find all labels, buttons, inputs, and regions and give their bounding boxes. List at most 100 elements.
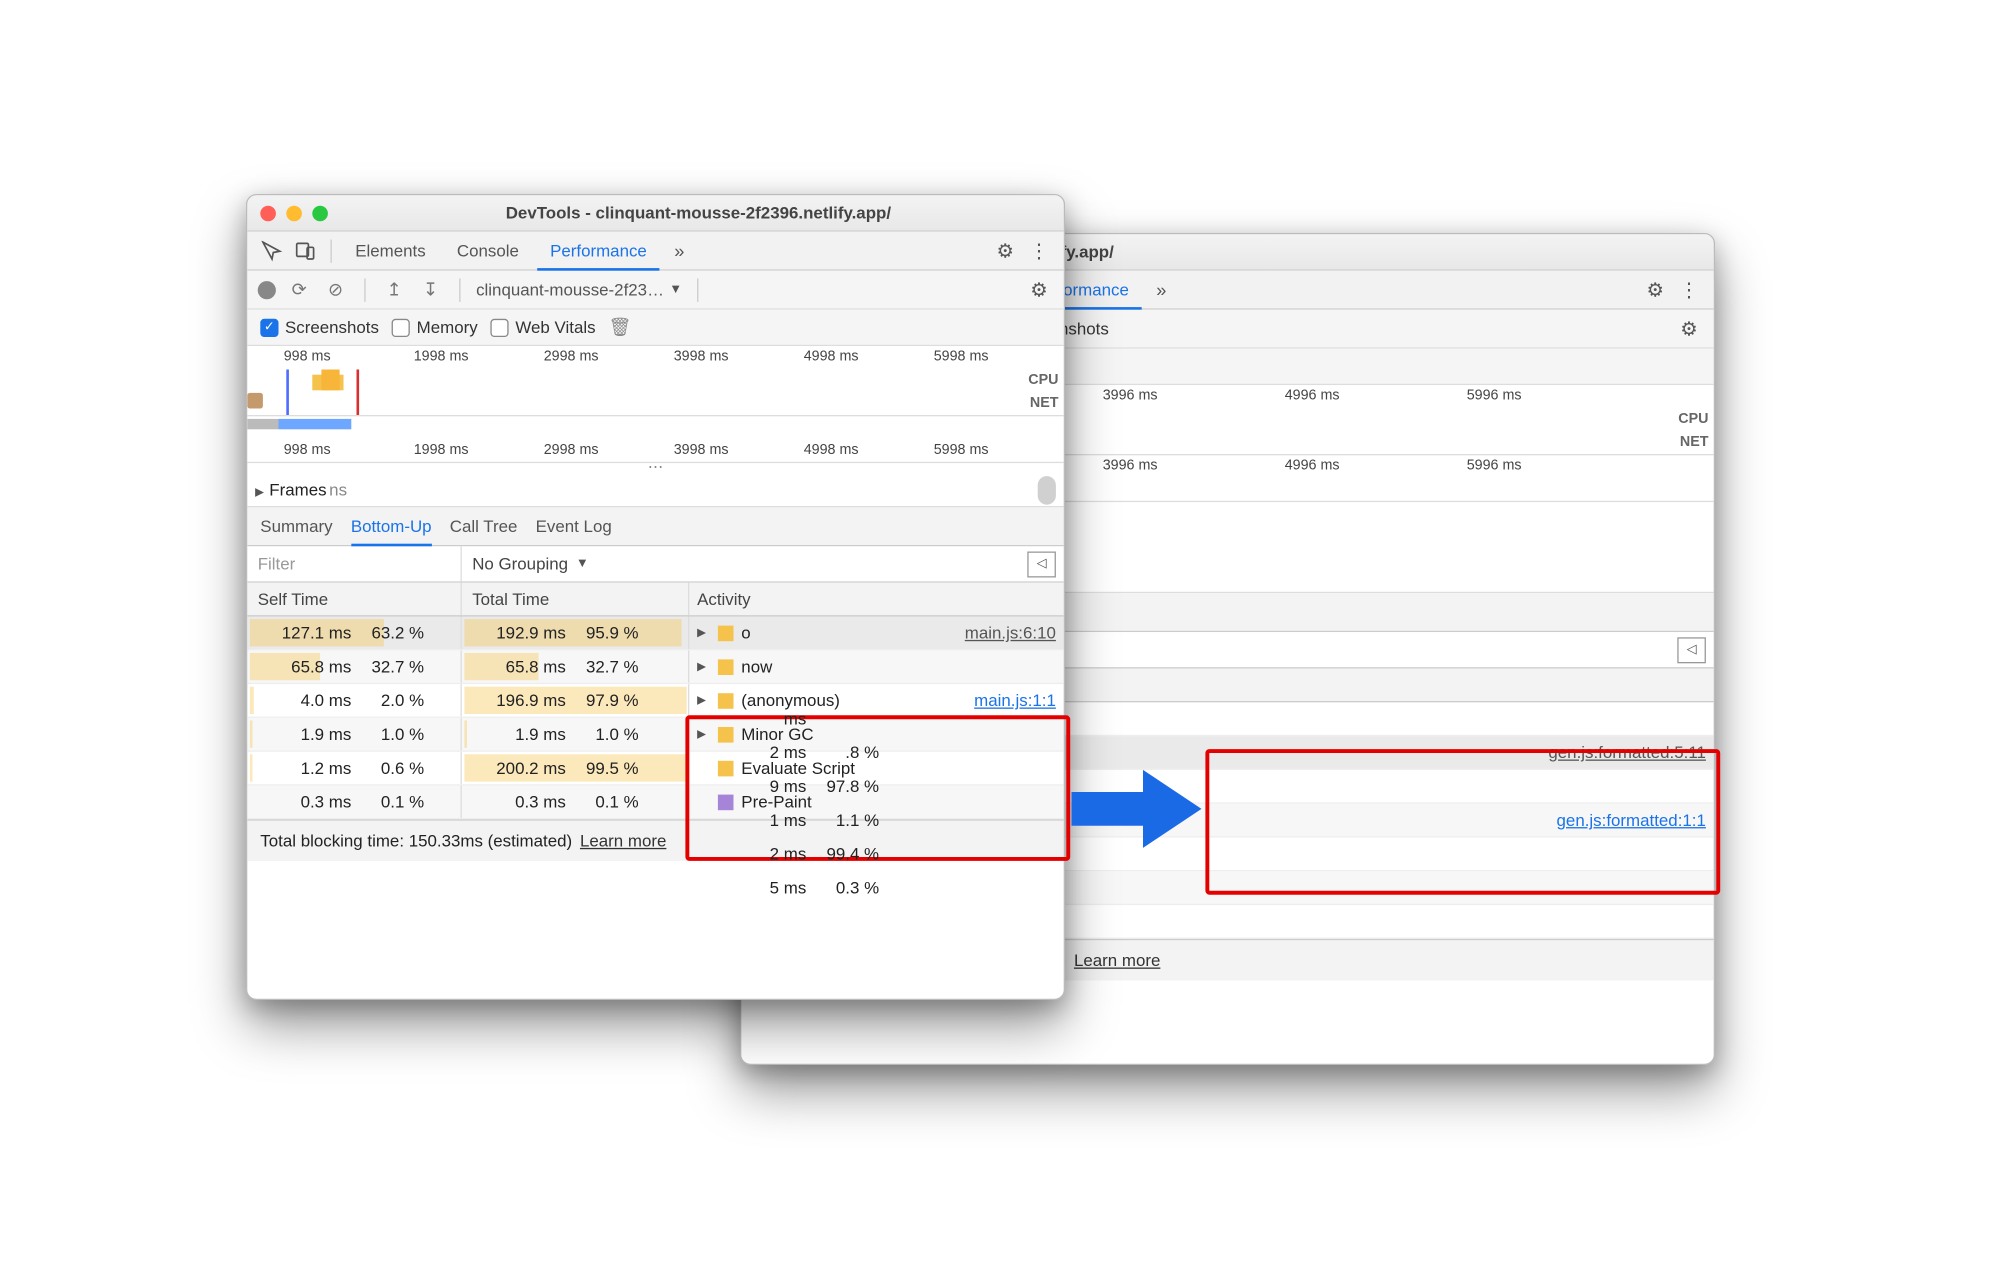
table-row[interactable]: 65.8 ms32.7 %65.8 ms32.7 % ▶ now	[247, 650, 1063, 684]
table-row[interactable]: 127.1 ms63.2 %192.9 ms95.9 %▶omain.js:6:…	[247, 616, 1063, 650]
activity-cell: ▶ o main.js:6:10	[689, 616, 1063, 649]
tab-summary[interactable]: Summary	[260, 506, 332, 545]
kebab-menu-icon[interactable]: ⋮	[1024, 238, 1053, 261]
download-icon[interactable]: ↧	[417, 278, 443, 300]
total-time-cell: 196.9 ms97.9 %	[461, 684, 689, 717]
source-link[interactable]: main.js:6:10	[964, 623, 1055, 643]
gc-icon	[717, 726, 733, 742]
blocking-time-footer: Total blocking time: 150.33ms (estimated…	[247, 819, 1063, 861]
cpu-label: CPU	[1678, 411, 1708, 427]
tab-bottom-up[interactable]: Bottom-Up	[350, 506, 431, 545]
js-icon	[717, 624, 733, 640]
reload-icon[interactable]: ⟳	[286, 278, 312, 300]
activity-name: (anonymous)	[741, 690, 966, 710]
detail-tabs: Summary Bottom-Up Call Tree Event Log	[247, 507, 1063, 546]
table-row[interactable]: 1.9 ms1.0 %1.9 ms1.0 %▶Minor GC	[247, 717, 1063, 751]
disclosure-triangle-icon[interactable]: ▶	[697, 693, 710, 707]
learn-more-link[interactable]: Learn more	[1073, 950, 1159, 970]
filter-input[interactable]: Filter	[247, 546, 461, 581]
self-time-cell: 65.8 ms32.7 %	[247, 650, 461, 683]
js-icon	[717, 658, 733, 674]
zoom-icon[interactable]	[312, 205, 328, 221]
chevron-down-icon: ▼	[669, 282, 682, 296]
activity-cell: ▶ (anonymous) main.js:1:1	[689, 684, 1063, 717]
tab-elements[interactable]: Elements	[342, 231, 438, 270]
window-titlebar[interactable]: DevTools - clinquant-mousse-2f2396.netli…	[247, 195, 1063, 231]
table-header: Self Time Total Time Activity	[247, 582, 1063, 616]
source-link[interactable]: gen.js:formatted:1:1	[1556, 810, 1705, 830]
activity-side-toggle[interactable]: ◁	[1677, 636, 1706, 662]
gear-icon[interactable]: ⚙	[1640, 277, 1669, 300]
upload-icon[interactable]: ↥	[381, 278, 407, 300]
disclosure-triangle-icon[interactable]: ▶	[697, 659, 710, 673]
self-time-cell: 1.2 ms0.6 %	[247, 751, 461, 784]
timeline-overview[interactable]: 998 ms 1998 ms 2998 ms 3998 ms 4998 ms 5…	[247, 346, 1063, 416]
table-row[interactable]: 0.3 ms0.1 %0.3 ms0.1 %Pre-Paint	[247, 785, 1063, 819]
self-time-cell: 127.1 ms63.2 %	[247, 616, 461, 649]
web-vitals-toggle[interactable]: Web Vitals	[490, 317, 595, 337]
total-time-cell: 65.8 ms32.7 %	[461, 650, 689, 683]
col-self-time[interactable]: Self Time	[247, 582, 461, 615]
checkbox-icon	[391, 318, 409, 336]
activity-name: now	[741, 656, 1056, 676]
scrollbar-thumb[interactable]	[1037, 475, 1055, 504]
grouping-selector[interactable]: No Grouping ▼	[461, 554, 721, 574]
col-total-time[interactable]: Total Time	[461, 582, 689, 615]
learn-more-link[interactable]: Learn more	[579, 831, 665, 851]
device-toggle-icon[interactable]	[291, 236, 320, 265]
checkbox-icon	[490, 318, 508, 336]
net-label: NET	[1029, 395, 1058, 411]
tab-call-tree[interactable]: Call Tree	[449, 506, 517, 545]
more-tabs-icon[interactable]: »	[1147, 275, 1176, 304]
frames-track-header[interactable]: Frames ns	[247, 473, 1063, 507]
gear-icon[interactable]: ⚙	[990, 238, 1019, 261]
minimize-icon[interactable]	[286, 205, 302, 221]
disclosure-triangle-icon[interactable]: ▶	[697, 727, 710, 741]
gear-icon[interactable]: ⚙	[1024, 277, 1053, 300]
checkbox-icon: ✓	[260, 318, 278, 336]
kebab-menu-icon[interactable]: ⋮	[1674, 277, 1703, 300]
self-time-cell: 0.3 ms0.1 %	[247, 785, 461, 818]
col-activity[interactable]: Activity	[689, 582, 1063, 615]
traffic-lights[interactable]	[260, 205, 328, 221]
recording-selector[interactable]: clinquant-mousse-2f23… ▼	[476, 279, 682, 299]
net-label: NET	[1679, 434, 1708, 450]
resizer-handle[interactable]: ⋯	[247, 463, 1063, 473]
frames-label: Frames	[269, 480, 326, 500]
devtools-tabstrip: Elements Console Performance » ⚙ ⋮	[247, 231, 1063, 270]
paint-icon	[717, 793, 733, 809]
disclosure-triangle-icon[interactable]: ▶	[697, 625, 710, 639]
activity-table: 127.1 ms63.2 %192.9 ms95.9 %▶omain.js:6:…	[247, 616, 1063, 819]
activity-side-toggle[interactable]: ◁	[1027, 550, 1056, 576]
perf-toolbar: ⟳ ⊘ ↥ ↧ clinquant-mousse-2f23… ▼ ⚙	[247, 270, 1063, 309]
table-row[interactable]: 4.0 ms2.0 %196.9 ms97.9 %▶(anonymous)mai…	[247, 684, 1063, 718]
js-icon	[717, 760, 733, 776]
clear-icon[interactable]: ⊘	[322, 278, 348, 300]
record-button[interactable]	[257, 280, 275, 298]
memory-toggle[interactable]: Memory	[391, 317, 477, 337]
activity-name: o	[741, 623, 957, 643]
filter-row: Filter No Grouping ▼ ◁	[247, 546, 1063, 582]
disclosure-triangle-icon[interactable]	[255, 480, 269, 500]
perf-options-row: ✓ Screenshots Memory Web Vitals 🗑	[247, 309, 1063, 345]
window-title: DevTools - clinquant-mousse-2f2396.netli…	[346, 203, 1051, 223]
trash-icon[interactable]: 🗑	[608, 316, 631, 338]
total-time-cell: 0.3 ms0.1 %	[461, 785, 689, 818]
cpu-label: CPU	[1028, 372, 1058, 388]
table-row[interactable]: 1.2 ms0.6 %200.2 ms99.5 %Evaluate Script	[247, 751, 1063, 785]
more-tabs-icon[interactable]: »	[665, 236, 694, 265]
inspect-icon[interactable]	[257, 236, 286, 265]
tab-event-log[interactable]: Event Log	[535, 506, 611, 545]
source-link[interactable]: main.js:1:1	[974, 690, 1056, 710]
activity-cell: ▶ now	[689, 650, 1063, 683]
js-icon	[717, 692, 733, 708]
devtools-window-before: DevTools - clinquant-mousse-2f2396.netli…	[246, 194, 1065, 1000]
tab-console[interactable]: Console	[443, 231, 531, 270]
timeline-trackpad[interactable]: 998 ms 1998 ms 2998 ms 3998 ms 4998 ms 5…	[247, 416, 1063, 463]
screenshots-toggle[interactable]: ✓ Screenshots	[260, 317, 379, 337]
tab-performance[interactable]: Performance	[537, 231, 660, 270]
close-icon[interactable]	[260, 205, 276, 221]
timeline-ticks: 998 ms 1998 ms 2998 ms 3998 ms 4998 ms 5…	[247, 346, 1063, 369]
gear-icon[interactable]: ⚙	[1674, 316, 1703, 339]
source-link[interactable]: gen.js:formatted:5:11	[1548, 742, 1706, 762]
